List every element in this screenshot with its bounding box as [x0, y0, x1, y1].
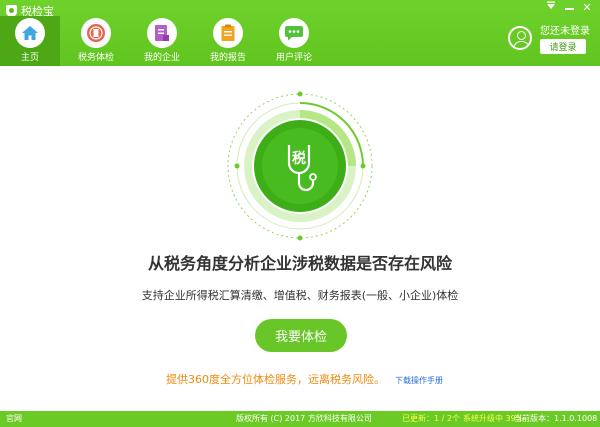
nav-item-my-report[interactable]: 我的报告 — [198, 16, 258, 66]
version-text: 当前版本：1.1.0.1008 — [514, 414, 598, 423]
comment-icon — [279, 18, 309, 48]
main-nav: 主页 税务体检 我的企业 我的报告 用户评论 — [0, 16, 330, 66]
gauge-dot-left — [234, 163, 240, 169]
health-gauge: 税 — [227, 91, 373, 241]
nav-label-home: 主页 — [20, 53, 39, 63]
report-icon — [213, 18, 243, 48]
gauge-dot-bottom — [297, 235, 303, 241]
copyright-text: 版权所有 (C) 2017 方欣科技有限公司 — [236, 414, 372, 423]
start-check-button[interactable]: 我要体检 — [255, 319, 347, 352]
website-link[interactable]: 官网 — [6, 413, 22, 424]
nav-item-home[interactable]: 主页 — [0, 16, 60, 66]
service-line: 提供360度全方位体检服务，远离税务风险。 下载操作手册 — [166, 371, 443, 387]
nav-item-tax-check[interactable]: 税务体检 — [66, 16, 126, 66]
gauge-dot-right — [360, 163, 366, 169]
window-controls: ✕ — [542, 1, 596, 15]
home-icon — [15, 18, 45, 48]
company-doc-icon — [147, 18, 177, 48]
tax-seal-icon — [81, 18, 111, 48]
minimize-icon[interactable] — [560, 1, 578, 15]
service-text: 提供360度全方位体检服务，远离税务风险。 — [166, 373, 385, 386]
close-icon[interactable]: ✕ — [578, 1, 596, 15]
nav-label-tax-check: 税务体检 — [77, 53, 114, 63]
user-avatar-icon[interactable] — [508, 26, 532, 50]
login-button[interactable]: 请登录 — [540, 39, 586, 54]
status-bar: 官网 版权所有 (C) 2017 方欣科技有限公司 已更新：1 / 2个 系统升… — [0, 411, 600, 427]
nav-item-user-comments[interactable]: 用户评论 — [264, 16, 324, 66]
nav-label-user-comments: 用户评论 — [275, 53, 312, 63]
main-headline: 从税务角度分析企业涉税数据是否存在风险 — [147, 254, 452, 273]
nav-label-my-company: 我的企业 — [143, 53, 180, 63]
login-area: 您还未登录 请登录 — [508, 22, 590, 54]
nav-item-my-company[interactable]: 我的企业 — [132, 16, 192, 66]
main-subline: 支持企业所得税汇算清缴、增值税、财务报表(一般、小企业)体检 — [141, 289, 459, 302]
gauge-dot-top — [297, 91, 303, 97]
download-manual-link[interactable]: 下载操作手册 — [395, 375, 443, 386]
login-status: 您还未登录 — [540, 26, 590, 37]
menu-icon[interactable] — [542, 1, 560, 15]
top-header: 税检宝 ✕ 主页 税务体检 我的企业 我的报告 用户评论 您还未登录 请登录 — [0, 0, 600, 66]
update-count: 已更新：1 / 2个 — [402, 414, 460, 423]
gauge-glyph: 税 — [292, 150, 306, 167]
nav-label-my-report: 我的报告 — [209, 53, 246, 63]
